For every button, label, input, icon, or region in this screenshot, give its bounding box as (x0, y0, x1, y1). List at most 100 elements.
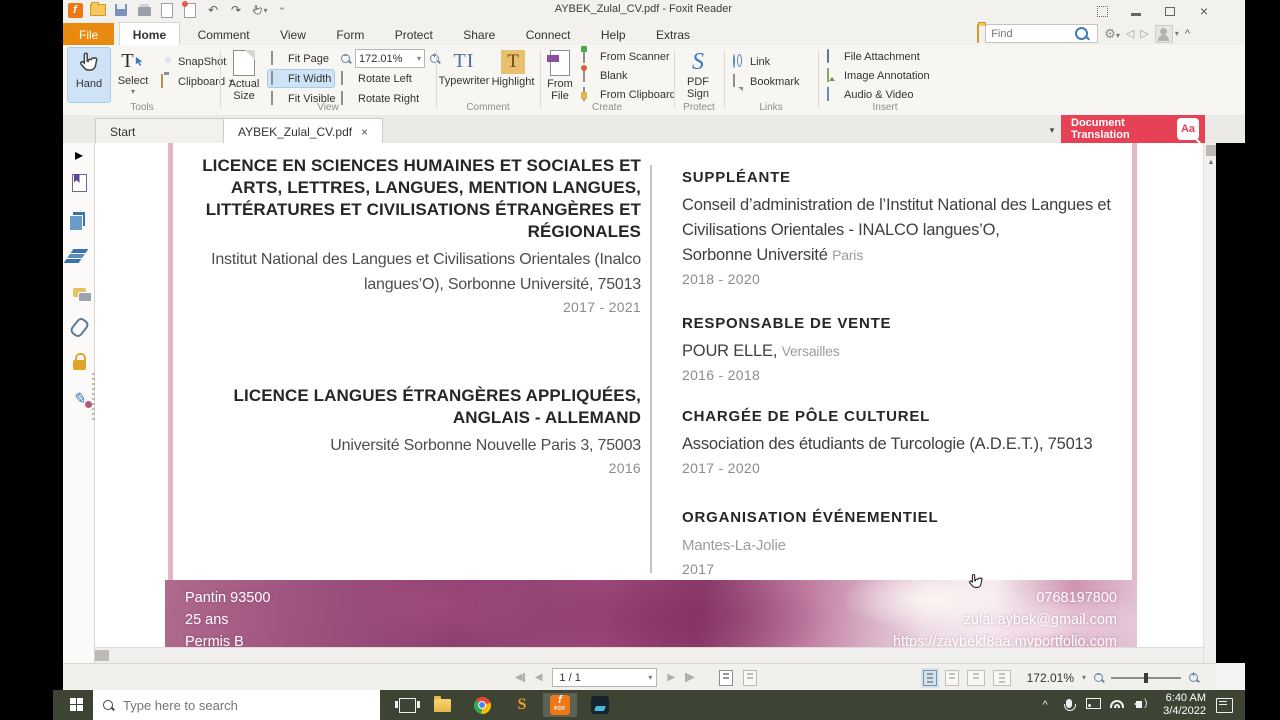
close-tab-icon[interactable]: × (361, 125, 368, 139)
restore-button[interactable] (1153, 0, 1187, 22)
close-button[interactable]: × (1187, 0, 1221, 22)
continuous-facing-view-button[interactable] (992, 669, 1011, 686)
tab-protect[interactable]: Protect (382, 23, 446, 46)
zoom-slider-thumb[interactable] (1144, 672, 1148, 683)
forward-button[interactable]: ▷ (1140, 27, 1148, 40)
select-tool-button[interactable]: T Select ▾ (112, 48, 154, 102)
comments-panel-button[interactable] (69, 282, 92, 302)
expand-panel-button[interactable]: ▸ (69, 145, 89, 165)
chrome-button[interactable] (465, 693, 499, 717)
zoom-dropdown[interactable]: ▾ (1082, 673, 1086, 682)
document-translation-button[interactable]: Document Translation Aa (1061, 115, 1205, 143)
panel-resize-handle[interactable] (92, 373, 95, 421)
new-tab-icon[interactable] (718, 669, 733, 686)
page-number-input[interactable] (557, 670, 632, 685)
print-button[interactable] (136, 2, 152, 18)
bookmarks-panel-button[interactable] (69, 173, 89, 193)
from-scanner-button[interactable]: From Scanner (580, 48, 673, 65)
hand-tool-quick-button[interactable]: ▾ (251, 2, 268, 18)
bookmark-button[interactable]: Bookmark (730, 73, 803, 90)
fit-width-button[interactable]: Fit Width (266, 69, 336, 88)
typewriter-button[interactable]: TI Typewriter (439, 48, 490, 102)
gear-icon[interactable]: ⚙▾ (1104, 26, 1120, 42)
audio-video-button[interactable]: Audio & Video (824, 86, 917, 103)
highlight-button[interactable]: T Highlight (490, 48, 536, 102)
save-button[interactable] (113, 2, 129, 18)
find-search-icon[interactable] (1075, 27, 1089, 40)
file-explorer-button[interactable] (425, 693, 459, 717)
foxit-taskbar-button[interactable]: f PDF (543, 693, 577, 717)
rotate-left-button[interactable]: Rotate Left (338, 70, 415, 87)
fullscreen-button[interactable] (1085, 0, 1119, 22)
zoom-in-button[interactable]: + (1189, 670, 1198, 682)
actual-size-button[interactable]: Actual Size (224, 48, 264, 102)
tab-start-page[interactable]: Start (95, 118, 225, 144)
notifications-button[interactable] (1216, 697, 1233, 713)
tab-help[interactable]: Help (588, 23, 639, 46)
attachments-panel-button[interactable] (68, 315, 90, 339)
wifi-icon[interactable] (1105, 699, 1129, 711)
volume-icon[interactable] (1129, 698, 1153, 711)
microphone-icon[interactable] (1057, 699, 1081, 711)
from-clipboard-button[interactable]: From Clipboard (580, 86, 679, 103)
start-button[interactable] (70, 698, 84, 712)
pdf-sign-button[interactable]: S PDF Sign (678, 48, 718, 102)
taskbar-clock[interactable]: 6:40 AM 3/4/2022 (1163, 692, 1206, 718)
collapse-ribbon-button[interactable]: ^ (1185, 28, 1190, 40)
single-page-view-button[interactable] (920, 667, 939, 688)
taskbar-search-box[interactable] (93, 690, 380, 720)
first-page-button[interactable]: ◀ (515, 672, 525, 683)
pages-panel-button[interactable] (69, 209, 89, 231)
horizontal-scroll-thumb[interactable] (95, 650, 109, 661)
tab-file[interactable]: File (63, 23, 115, 46)
next-page-button[interactable]: ▶ (667, 672, 675, 683)
vertical-scroll-thumb[interactable] (1206, 145, 1216, 156)
task-view-button[interactable] (390, 693, 424, 717)
tab-connect[interactable]: Connect (513, 23, 584, 46)
horizontal-scrollbar[interactable] (95, 647, 1203, 663)
image-annotation-button[interactable]: Image Annotation (824, 67, 933, 84)
security-panel-button[interactable] (69, 351, 89, 371)
email-button[interactable] (159, 2, 175, 18)
continuous-view-button[interactable] (944, 669, 959, 686)
customize-toolbar-button[interactable]: ⁼ (274, 2, 290, 18)
foxit-logo-icon[interactable]: f (67, 2, 83, 18)
last-page-button[interactable]: ▶ (685, 672, 695, 683)
redo-button[interactable]: ↷ (228, 2, 244, 18)
tab-home[interactable]: Home (118, 22, 181, 46)
hidden-icons-button[interactable]: ^ (1033, 699, 1057, 711)
minimize-button[interactable] (1119, 0, 1153, 22)
tab-list-dropdown[interactable]: ▾ (1042, 121, 1062, 139)
zoom-slider[interactable] (1111, 672, 1181, 683)
open-file-button[interactable] (90, 2, 106, 18)
tab-form[interactable]: Form (323, 23, 377, 46)
tab-view[interactable]: View (267, 23, 319, 46)
account-button[interactable]: ▾ (1154, 24, 1179, 43)
back-button[interactable]: ◁ (1126, 27, 1134, 40)
zoom-combo[interactable]: 172.01% ▾ (355, 49, 425, 68)
layers-panel-button[interactable] (69, 246, 89, 266)
new-document-button[interactable] (182, 0, 198, 18)
previous-page-button[interactable]: ◀ (535, 672, 543, 683)
find-input[interactable] (989, 26, 1076, 41)
split-view-icon[interactable] (742, 669, 757, 686)
snapshot-button[interactable]: SnapShot (158, 53, 229, 70)
file-attachment-button[interactable]: File Attachment (824, 48, 923, 65)
zoom-out-button[interactable]: − (1094, 670, 1103, 682)
tab-comment[interactable]: Comment (185, 23, 263, 46)
cast-icon[interactable] (1081, 698, 1105, 712)
undo-button[interactable]: ↶ (205, 2, 221, 18)
signatures-panel-button[interactable]: ✎ (69, 389, 93, 409)
search-folder-icon[interactable] (977, 23, 980, 43)
blank-button[interactable]: Blank (580, 67, 631, 84)
taskbar-search-input[interactable] (121, 696, 355, 714)
hand-tool-button[interactable]: Hand (67, 47, 111, 103)
link-button[interactable]: Link (730, 53, 773, 70)
from-file-button[interactable]: From File (542, 48, 578, 102)
editor-app-button[interactable]: S (505, 693, 539, 717)
facing-view-button[interactable] (966, 669, 985, 686)
tab-share[interactable]: Share (450, 23, 508, 46)
dark-app-button[interactable] (583, 693, 617, 717)
zoom-out-icon[interactable]: − (341, 51, 350, 63)
tab-extras[interactable]: Extras (643, 23, 703, 46)
